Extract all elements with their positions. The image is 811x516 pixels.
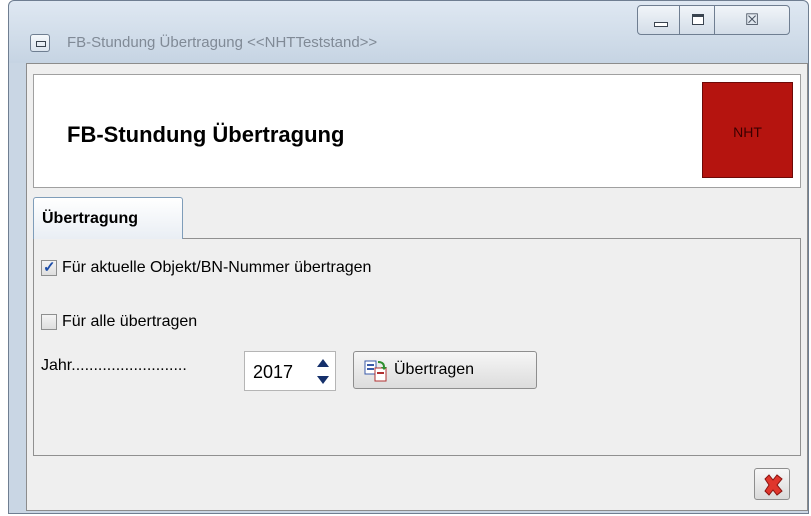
tab-uebertragung[interactable]: Übertragung xyxy=(33,197,183,239)
window-title: FB-Stundung Übertragung <<NHTTeststand>> xyxy=(67,34,378,51)
all-label: Für alle übertragen xyxy=(62,313,198,330)
system-menu-icon[interactable] xyxy=(30,34,50,52)
tab-panel: Für aktuelle Objekt/BN-Nummer übertragen… xyxy=(33,238,801,456)
year-label: Jahr.......................... xyxy=(41,357,187,374)
maximize-icon xyxy=(692,14,704,25)
maximize-button[interactable] xyxy=(679,5,715,35)
spin-down-icon[interactable] xyxy=(317,376,329,384)
option-all[interactable]: Für alle übertragen xyxy=(41,313,197,331)
current-object-label: Für aktuelle Objekt/BN-Nummer übertragen xyxy=(62,259,372,276)
title-bar[interactable]: FB-Stundung Übertragung <<NHTTeststand>>… xyxy=(9,1,808,63)
window-close-button[interactable]: ☒ xyxy=(714,5,790,35)
close-red-x-icon xyxy=(764,474,783,496)
page-title: FB-Stundung Übertragung xyxy=(67,122,345,147)
option-current-object[interactable]: Für aktuelle Objekt/BN-Nummer übertragen xyxy=(41,258,372,277)
dialog-window: FB-Stundung Übertragung <<NHTTeststand>>… xyxy=(8,0,809,514)
current-object-checkbox[interactable] xyxy=(41,258,57,276)
transfer-button[interactable]: Übertragen xyxy=(353,351,537,389)
nht-badge: NHT xyxy=(702,82,793,178)
header-panel: FB-Stundung Übertragung NHT xyxy=(33,74,801,188)
minimize-icon xyxy=(654,22,668,27)
tab-label: Übertragung xyxy=(42,210,138,227)
nht-badge-label: NHT xyxy=(733,124,762,140)
close-icon: ☒ xyxy=(744,12,760,29)
minimize-button[interactable] xyxy=(637,5,680,35)
all-checkbox[interactable] xyxy=(41,314,57,330)
transfer-button-label: Übertragen xyxy=(394,361,475,378)
transfer-icon xyxy=(364,360,387,382)
year-value[interactable]: 2017 xyxy=(253,362,293,383)
close-dialog-button[interactable] xyxy=(754,468,790,500)
year-spinner[interactable]: 2017 xyxy=(244,351,336,391)
client-area: FB-Stundung Übertragung NHT Übertragung … xyxy=(26,63,808,511)
spin-up-icon[interactable] xyxy=(317,359,329,367)
